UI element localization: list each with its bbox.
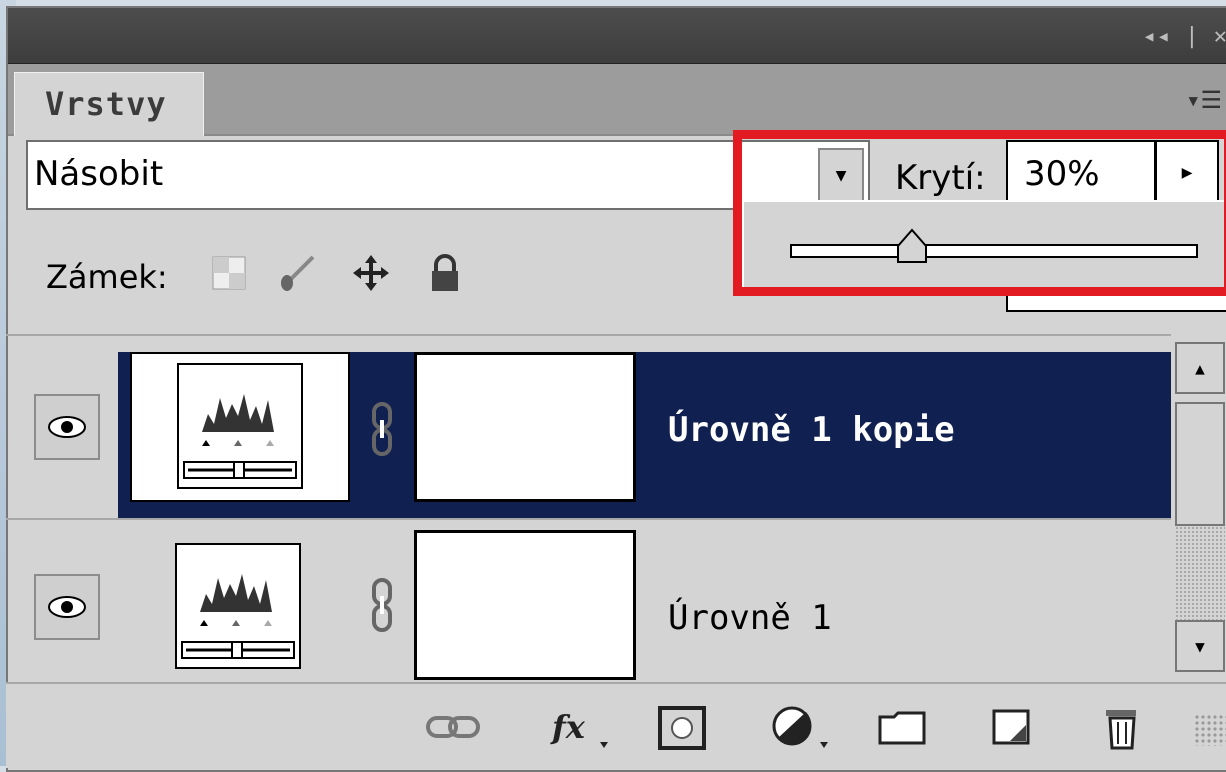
adjustment-levels-thumbnail[interactable] bbox=[130, 352, 350, 502]
link-layers-icon[interactable] bbox=[426, 704, 482, 750]
lock-all-padlock-icon[interactable] bbox=[424, 252, 466, 294]
layer-row[interactable]: Úrovně 1 bbox=[6, 522, 1171, 686]
annotation-highlight-box bbox=[733, 130, 1226, 296]
divider bbox=[6, 518, 1171, 520]
trash-icon[interactable] bbox=[1100, 704, 1144, 750]
chain-link-icon[interactable] bbox=[370, 402, 396, 462]
resize-grip-icon[interactable] bbox=[1194, 714, 1226, 746]
layers-scrollbar[interactable]: ▲ ▼ bbox=[1171, 334, 1226, 682]
fx-icon[interactable]: fx bbox=[548, 704, 618, 750]
panel-titlebar: ◂◂ | ✕ bbox=[8, 8, 1226, 64]
blend-mode-value: Násobit bbox=[34, 154, 164, 194]
layer-name[interactable]: Úrovně 1 bbox=[668, 598, 832, 638]
lock-transparency-icon[interactable] bbox=[208, 252, 250, 294]
svg-text:fx: fx bbox=[550, 708, 586, 746]
tab-layers[interactable]: Vrstvy bbox=[14, 72, 204, 136]
adjustment-layer-icon[interactable] bbox=[768, 704, 838, 750]
eye-visibility-icon[interactable] bbox=[34, 394, 100, 460]
scroll-thumb[interactable] bbox=[1175, 402, 1225, 526]
add-mask-icon[interactable] bbox=[656, 704, 708, 750]
panel-tabbar: Vrstvy ▾☰ bbox=[8, 64, 1226, 136]
scroll-up-arrow-icon[interactable]: ▲ bbox=[1175, 342, 1225, 394]
lock-position-move-icon[interactable] bbox=[350, 252, 392, 294]
layer-mask-thumbnail[interactable] bbox=[414, 352, 636, 502]
layers-list: Úrovně 1 kopie Úrovně 1 bbox=[6, 334, 1171, 684]
layer-name[interactable]: Úrovně 1 kopie bbox=[668, 410, 955, 450]
panel-bottom-toolbar: fx bbox=[6, 682, 1226, 768]
eye-visibility-icon[interactable] bbox=[34, 574, 100, 640]
scroll-track[interactable] bbox=[1175, 526, 1225, 620]
tab-layers-label: Vrstvy bbox=[45, 85, 167, 123]
panel-collapse-close-controls[interactable]: ◂◂ | ✕ bbox=[1143, 24, 1226, 49]
layer-mask-thumbnail[interactable] bbox=[414, 530, 636, 680]
folder-icon[interactable] bbox=[876, 704, 928, 750]
lock-pixels-brush-icon[interactable] bbox=[276, 252, 318, 294]
new-layer-icon[interactable] bbox=[990, 704, 1034, 750]
chain-link-icon[interactable] bbox=[370, 578, 396, 638]
layer-row[interactable]: Úrovně 1 kopie bbox=[6, 352, 1171, 518]
adjustment-levels-thumbnail[interactable] bbox=[174, 542, 302, 670]
scroll-down-arrow-icon[interactable]: ▼ bbox=[1175, 620, 1225, 672]
panel-menu-icon[interactable]: ▾☰ bbox=[1186, 86, 1222, 114]
lock-label: Zámek: bbox=[46, 258, 168, 296]
